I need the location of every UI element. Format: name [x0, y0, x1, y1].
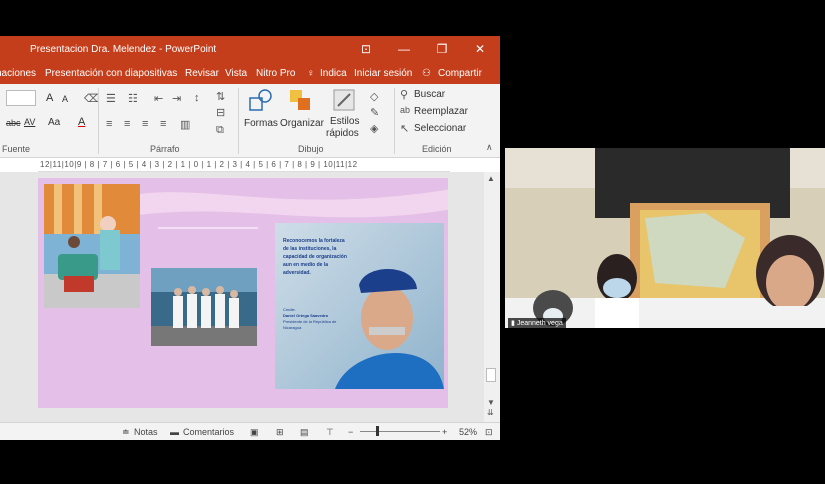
comments-button[interactable]: Comentarios: [183, 427, 234, 437]
status-bar: ≐ Notas ▬ Comentarios ▣ ⊞ ▤ ⊤ − + 52% ⊡: [0, 422, 500, 440]
increase-indent-icon[interactable]: ⇥: [172, 92, 181, 105]
video-feed: ▮ Jeanneth vega: [505, 148, 825, 328]
notes-button[interactable]: Notas: [134, 427, 158, 437]
tell-me-box[interactable]: Indica: [320, 68, 347, 79]
participant-name: Jeanneth vega: [516, 320, 563, 327]
scroll-thumb[interactable]: [486, 368, 496, 382]
line-spacing-icon[interactable]: ↕: [194, 92, 200, 104]
zoom-out-icon[interactable]: −: [348, 427, 353, 437]
notes-icon: ≐: [122, 427, 130, 437]
close-button[interactable]: ✕: [470, 40, 490, 58]
replace-button[interactable]: Reemplazar: [414, 106, 468, 117]
signal-icon: ▮: [511, 320, 515, 327]
ribbon: A A ⌫ abc AV Aa A Fuente ☰ ☷ ⇤ ⇥ ↕ ≡ ≡ ≡…: [0, 84, 500, 158]
group-dibujo-label: Dibujo: [298, 144, 324, 154]
arrange-button[interactable]: Organizar: [280, 88, 324, 138]
user-icon: ⚇: [422, 68, 431, 79]
shrink-font-button[interactable]: A: [62, 94, 68, 104]
grow-font-button[interactable]: A: [46, 92, 53, 104]
slide-sorter-icon[interactable]: ⊞: [276, 427, 284, 438]
tab-presentacion[interactable]: Presentación con diapositivas: [45, 68, 177, 79]
poster-portrait: [335, 268, 444, 389]
change-case-button[interactable]: Aa: [48, 117, 60, 128]
group-parrafo-label: Párrafo: [150, 144, 180, 154]
ribbon-tabs: naciones Presentación con diapositivas R…: [0, 62, 500, 84]
quick-styles-icon: [333, 89, 355, 111]
maximize-button[interactable]: ❐: [432, 40, 452, 58]
numbering-icon[interactable]: ☷: [128, 92, 138, 105]
arrange-icon: [290, 90, 310, 110]
zoom-in-icon[interactable]: +: [442, 427, 447, 437]
lightbulb-icon: ♀: [307, 68, 315, 79]
tab-nitro-pro[interactable]: Nitro Pro: [256, 68, 295, 79]
select-button[interactable]: Seleccionar: [414, 123, 466, 134]
shape-fill-icon[interactable]: ◇: [370, 90, 378, 103]
cursor-icon: ↖: [400, 123, 410, 135]
smartart-icon[interactable]: ⧉: [216, 124, 224, 137]
slideshow-icon[interactable]: ⊤: [326, 427, 334, 438]
fit-slide-icon[interactable]: ⊡: [485, 427, 493, 438]
normal-view-icon[interactable]: ▣: [250, 427, 259, 438]
poster-image[interactable]: Reconocemos la fortaleza de las instituc…: [275, 223, 444, 389]
shapes-button[interactable]: Formas: [244, 88, 278, 138]
ribbon-display-options-icon[interactable]: ⊡: [356, 40, 376, 58]
photo-hospital-patient[interactable]: [44, 184, 140, 308]
video-frame: [505, 148, 825, 328]
text-direction-icon[interactable]: ⇅: [216, 90, 225, 103]
slide-canvas: Reconocemos la fortaleza de las instituc…: [0, 172, 484, 422]
find-button[interactable]: Buscar: [414, 89, 445, 100]
shape-outline-icon[interactable]: ✎: [370, 106, 379, 119]
window-title: Presentacion Dra. Melendez - PowerPoint: [30, 44, 217, 55]
replace-icon: ab: [400, 105, 411, 115]
strikethrough-button[interactable]: abc: [6, 118, 21, 128]
horizontal-ruler: 12|11|10|9 | 8 | 7 | 6 | 5 | 4 | 3 | 2 |…: [38, 158, 450, 172]
columns-icon[interactable]: ▥: [180, 118, 190, 131]
ribbon-separator: [394, 88, 395, 154]
search-icon: ⚲: [400, 89, 409, 101]
minimize-button[interactable]: —: [394, 40, 414, 58]
zoom-slider-thumb[interactable]: [376, 426, 379, 436]
share-button[interactable]: Compartir: [438, 68, 482, 79]
scroll-down-icon[interactable]: ▼: [487, 398, 495, 407]
comments-icon: ▬: [170, 427, 179, 437]
shapes-icon: [249, 89, 272, 111]
next-slide-icon[interactable]: ⇊: [487, 408, 494, 417]
vertical-scrollbar[interactable]: ▲ ▼ ⇊: [484, 172, 500, 422]
zoom-slider[interactable]: [360, 431, 440, 432]
photo-medical-staff[interactable]: [151, 268, 257, 346]
slide[interactable]: Reconocemos la fortaleza de las instituc…: [38, 178, 448, 408]
tab-animaciones[interactable]: naciones: [0, 68, 36, 79]
tab-vista[interactable]: Vista: [225, 68, 247, 79]
shape-effects-icon[interactable]: ◈: [370, 122, 378, 135]
group-edicion-label: Edición: [422, 144, 452, 154]
tab-revisar[interactable]: Revisar: [185, 68, 219, 79]
group-fuente-label: Fuente: [2, 144, 31, 154]
align-right-icon[interactable]: ≡: [142, 118, 148, 130]
powerpoint-window: Presentacion Dra. Melendez - PowerPoint …: [0, 36, 500, 440]
quick-styles-button[interactable]: Estilos rápidos: [326, 88, 364, 142]
justify-icon[interactable]: ≡: [160, 118, 166, 130]
ribbon-separator: [238, 88, 239, 154]
participant-name-tag: ▮ Jeanneth vega: [508, 318, 566, 328]
zoom-level[interactable]: 52%: [459, 427, 477, 437]
font-size-input[interactable]: [6, 90, 36, 106]
sign-in-link[interactable]: Iniciar sesión: [354, 68, 412, 79]
title-bar: Presentacion Dra. Melendez - PowerPoint …: [0, 36, 500, 62]
bullets-icon[interactable]: ☰: [106, 92, 116, 105]
collapse-ribbon-icon[interactable]: ∧: [486, 142, 493, 153]
align-text-icon[interactable]: ⊟: [216, 106, 225, 119]
ribbon-separator: [98, 88, 99, 154]
char-spacing-button[interactable]: AV: [24, 117, 35, 127]
font-color-button[interactable]: A: [78, 116, 85, 128]
scroll-up-icon[interactable]: ▲: [487, 174, 495, 183]
align-center-icon[interactable]: ≡: [124, 118, 130, 130]
decrease-indent-icon[interactable]: ⇤: [154, 92, 163, 105]
align-left-icon[interactable]: ≡: [106, 118, 112, 130]
reading-view-icon[interactable]: ▤: [300, 427, 309, 438]
